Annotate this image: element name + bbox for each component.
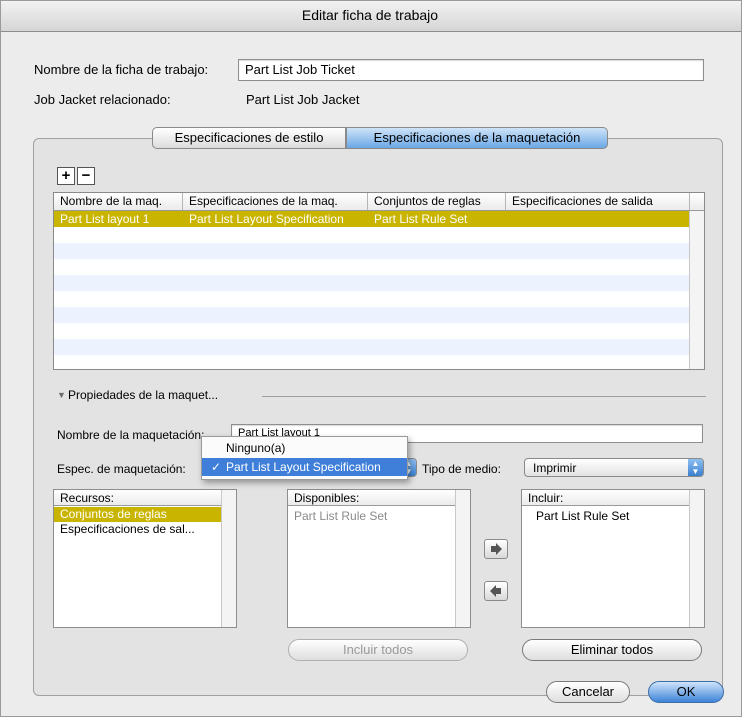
cell-rule-set: Part List Rule Set [374, 212, 468, 226]
list-item[interactable]: Part List Rule Set [530, 509, 690, 524]
list-item[interactable]: Conjuntos de reglas [54, 507, 222, 522]
include-list: Incluir: Part List Rule Set [521, 489, 705, 628]
tab-style-specs[interactable]: Especificaciones de estilo [152, 127, 346, 149]
media-type-popup[interactable]: Imprimir ▲ ▼ [524, 458, 704, 477]
move-right-button[interactable] [484, 539, 508, 559]
cancel-button[interactable]: Cancelar [546, 681, 630, 703]
checkmark-icon: ✓ [211, 460, 222, 474]
include-scrollbar[interactable] [689, 490, 704, 627]
list-item[interactable]: Especificaciones de sal... [54, 522, 222, 537]
ticket-name-label: Nombre de la ficha de trabajo: [34, 62, 209, 77]
resources-scrollbar[interactable] [221, 490, 236, 627]
ticket-name-input[interactable]: Part List Job Ticket [238, 59, 704, 81]
include-all-button[interactable]: Incluir todos [288, 639, 468, 661]
cell-layout-name: Part List layout 1 [60, 212, 150, 226]
popup-arrows-icon: ▲ ▼ [688, 459, 703, 476]
table-row-empty [54, 243, 690, 259]
table-row-empty [54, 275, 690, 291]
disclosure-triangle-icon[interactable]: ▼ [57, 390, 66, 400]
cell-output-spec [506, 211, 690, 227]
arrow-left-icon [490, 585, 501, 597]
column-header-layout-spec[interactable]: Especificaciones de la maq. [183, 193, 368, 210]
table-row-empty [54, 259, 690, 275]
job-jacket-value: Part List Job Jacket [246, 92, 360, 107]
media-type-label: Tipo de medio: [422, 462, 501, 476]
available-list: Disponibles: Part List Rule Set [287, 489, 471, 628]
table-row-empty [54, 307, 690, 323]
table-row-empty [54, 291, 690, 307]
column-header-rule-sets[interactable]: Conjuntos de reglas [368, 193, 506, 210]
table-row-empty [54, 323, 690, 339]
add-layout-button[interactable]: + [57, 167, 75, 185]
ok-button[interactable]: OK [648, 681, 724, 703]
tab-layout-specs[interactable]: Especificaciones de la maquetación [346, 127, 608, 149]
include-header: Incluir: [522, 490, 692, 506]
resources-list: Recursos: Conjuntos de reglas Especifica… [53, 489, 237, 628]
divider [262, 396, 706, 397]
cell-layout-spec: Part List Layout Specification [189, 212, 344, 226]
table-row[interactable]: Part List layout 1 Part List Layout Spec… [54, 211, 690, 227]
layout-table: Nombre de la maq. Especificaciones de la… [53, 192, 705, 370]
available-scrollbar[interactable] [455, 490, 470, 627]
table-header: Nombre de la maq. Especificaciones de la… [54, 193, 704, 211]
media-type-value: Imprimir [533, 461, 577, 475]
resources-header: Recursos: [54, 490, 224, 506]
layout-spec-menu: Ninguno(a) ✓ Part List Layout Specificat… [201, 436, 408, 480]
table-scrollbar[interactable] [689, 211, 704, 369]
list-item[interactable]: Part List Rule Set [288, 509, 456, 524]
table-row-empty [54, 227, 690, 243]
menu-item-none[interactable]: Ninguno(a) [202, 439, 407, 457]
move-left-button[interactable] [484, 581, 508, 601]
layout-properties-disclosure[interactable]: Propiedades de la maquet... [68, 388, 218, 402]
menu-item-label: Part List Layout Specification [226, 460, 381, 474]
remove-layout-button[interactable]: − [77, 167, 95, 185]
table-row-empty [54, 355, 690, 369]
layout-spec-label: Espec. de maquetación: [57, 462, 186, 476]
job-jacket-label: Job Jacket relacionado: [34, 92, 171, 107]
column-header-output-spec[interactable]: Especificaciones de salida [506, 193, 690, 210]
available-header: Disponibles: [288, 490, 458, 506]
arrow-right-icon [491, 543, 502, 555]
remove-all-button[interactable]: Eliminar todos [522, 639, 702, 661]
menu-item-part-list-layout-spec[interactable]: ✓ Part List Layout Specification [202, 458, 407, 476]
layout-name-label: Nombre de la maquetación: [57, 428, 205, 442]
table-row-empty [54, 339, 690, 355]
column-header-layout-name[interactable]: Nombre de la maq. [54, 193, 183, 210]
window-title: Editar ficha de trabajo [301, 7, 439, 23]
